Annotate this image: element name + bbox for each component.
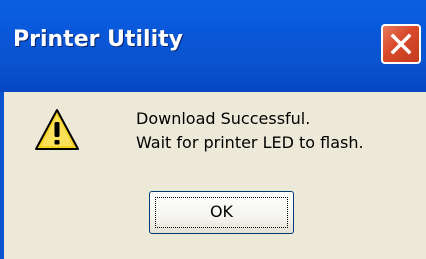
close-button[interactable] xyxy=(381,24,421,64)
message-dialog: Printer Utility Download Successful. Wai… xyxy=(0,0,426,259)
ok-button[interactable]: OK xyxy=(149,191,294,234)
warning-icon xyxy=(35,109,79,150)
message-line-1: Download Successful. xyxy=(136,109,311,128)
message-line-2: Wait for printer LED to flash. xyxy=(136,133,364,152)
title-bar[interactable]: Printer Utility xyxy=(0,0,426,92)
ok-button-label: OK xyxy=(209,202,234,221)
window-border xyxy=(0,92,4,259)
window-title: Printer Utility xyxy=(13,27,183,52)
close-icon xyxy=(390,33,412,55)
